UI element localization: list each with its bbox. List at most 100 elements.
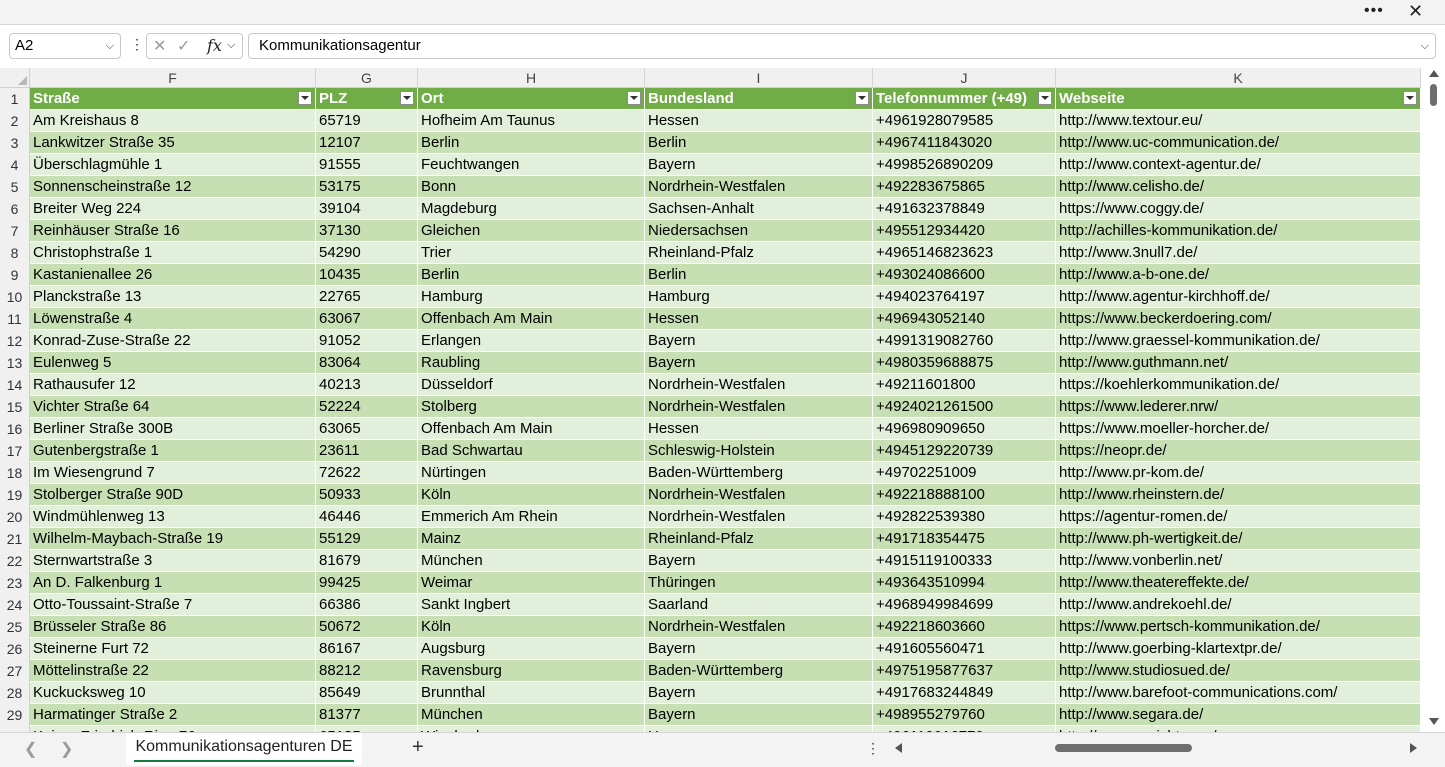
table-cell[interactable]: http://www.rheinstern.de/ xyxy=(1056,484,1421,506)
table-cell[interactable]: An D. Falkenburg 1 xyxy=(30,572,316,594)
insert-function-icon[interactable]: fx xyxy=(207,36,222,55)
table-cell[interactable]: Christophstraße 1 xyxy=(30,242,316,264)
header-cell[interactable]: Straße xyxy=(30,88,316,110)
row-header[interactable]: 9 xyxy=(0,264,30,286)
name-box[interactable]: A2 ⌵ xyxy=(9,33,121,59)
column-header-i[interactable]: I xyxy=(645,68,873,88)
row-header[interactable]: 18 xyxy=(0,462,30,484)
table-cell[interactable]: Berliner Straße 300B xyxy=(30,418,316,440)
table-cell[interactable]: 91052 xyxy=(316,330,418,352)
table-cell[interactable]: http://www.segara.de/ xyxy=(1056,704,1421,726)
table-cell[interactable]: Niedersachsen xyxy=(645,220,873,242)
table-cell[interactable]: 81377 xyxy=(316,704,418,726)
row-header[interactable]: 24 xyxy=(0,594,30,616)
table-cell[interactable]: Nordrhein-Westfalen xyxy=(645,506,873,528)
table-cell[interactable]: Magdeburg xyxy=(418,198,645,220)
table-cell[interactable]: Breiter Weg 224 xyxy=(30,198,316,220)
header-cell[interactable]: PLZ xyxy=(316,88,418,110)
table-cell[interactable]: https://www.beckerdoering.com/ xyxy=(1056,308,1421,330)
table-cell[interactable]: 85649 xyxy=(316,682,418,704)
table-cell[interactable]: https://www.coggy.de/ xyxy=(1056,198,1421,220)
row-header[interactable]: 25 xyxy=(0,616,30,638)
table-cell[interactable]: Emmerich Am Rhein xyxy=(418,506,645,528)
column-header-f[interactable]: F xyxy=(30,68,316,88)
table-cell[interactable]: +493643510994 xyxy=(873,572,1056,594)
column-header-g[interactable]: G xyxy=(316,68,418,88)
filter-dropdown-icon[interactable] xyxy=(400,91,414,105)
sheet-tab-kommunikationsagenturen-de[interactable]: Kommunikationsagenturen DE xyxy=(126,733,362,765)
row-header[interactable]: 6 xyxy=(0,198,30,220)
table-cell[interactable]: Berlin xyxy=(645,132,873,154)
table-cell[interactable]: Steinerne Furt 72 xyxy=(30,638,316,660)
cancel-icon[interactable]: ✕ xyxy=(153,36,166,56)
table-cell[interactable]: Nordrhein-Westfalen xyxy=(645,396,873,418)
table-cell[interactable]: http://www.goerbing-klartextpr.de/ xyxy=(1056,638,1421,660)
table-cell[interactable]: +498955279760 xyxy=(873,704,1056,726)
table-cell[interactable]: Stolberger Straße 90D xyxy=(30,484,316,506)
column-header-k[interactable]: K xyxy=(1056,68,1421,88)
vertical-scrollbar[interactable] xyxy=(1424,68,1445,732)
table-cell[interactable]: Weimar xyxy=(418,572,645,594)
table-cell[interactable]: 22765 xyxy=(316,286,418,308)
chevron-down-icon[interactable]: ⌵ xyxy=(227,39,235,52)
row-header[interactable]: 19 xyxy=(0,484,30,506)
table-cell[interactable]: +4924021261500 xyxy=(873,396,1056,418)
table-cell[interactable]: Berlin xyxy=(645,264,873,286)
table-cell[interactable]: Bayern xyxy=(645,352,873,374)
table-cell[interactable]: 12107 xyxy=(316,132,418,154)
table-cell[interactable]: +4917683244849 xyxy=(873,682,1056,704)
table-cell[interactable]: +4998526890209 xyxy=(873,154,1056,176)
row-header[interactable]: 5 xyxy=(0,176,30,198)
table-cell[interactable]: Nordrhein-Westfalen xyxy=(645,616,873,638)
table-cell[interactable]: Baden-Württemberg xyxy=(645,660,873,682)
column-header-h[interactable]: H xyxy=(418,68,645,88)
table-cell[interactable]: Brüsseler Straße 86 xyxy=(30,616,316,638)
table-cell[interactable]: Raubling xyxy=(418,352,645,374)
table-cell[interactable]: Schleswig-Holstein xyxy=(645,440,873,462)
table-cell[interactable]: Saarland xyxy=(645,594,873,616)
table-cell[interactable]: Mainz xyxy=(418,528,645,550)
table-cell[interactable]: https://agentur-romen.de/ xyxy=(1056,506,1421,528)
table-cell[interactable]: Feuchtwangen xyxy=(418,154,645,176)
table-cell[interactable]: http://www.vonberlin.net/ xyxy=(1056,550,1421,572)
table-cell[interactable]: Thüringen xyxy=(645,572,873,594)
table-cell[interactable]: http://www.barefoot-communications.com/ xyxy=(1056,682,1421,704)
table-cell[interactable]: 86167 xyxy=(316,638,418,660)
table-cell[interactable]: http://www.3null7.de/ xyxy=(1056,242,1421,264)
row-header[interactable]: 4 xyxy=(0,154,30,176)
table-cell[interactable]: http://achilles-kommunikation.de/ xyxy=(1056,220,1421,242)
table-cell[interactable]: Bayern xyxy=(645,638,873,660)
table-cell[interactable]: Berlin xyxy=(418,264,645,286)
table-cell[interactable]: Nordrhein-Westfalen xyxy=(645,176,873,198)
table-cell[interactable]: 63065 xyxy=(316,418,418,440)
row-header[interactable]: 23 xyxy=(0,572,30,594)
table-cell[interactable]: 72622 xyxy=(316,462,418,484)
table-cell[interactable]: Gleichen xyxy=(418,220,645,242)
table-cell[interactable]: +49211601800 xyxy=(873,374,1056,396)
table-cell[interactable]: Rheinland-Pfalz xyxy=(645,528,873,550)
row-header[interactable]: 13 xyxy=(0,352,30,374)
table-cell[interactable]: Lankwitzer Straße 35 xyxy=(30,132,316,154)
select-all-corner[interactable] xyxy=(0,68,30,88)
table-cell[interactable]: Sachsen-Anhalt xyxy=(645,198,873,220)
table-cell[interactable]: 88212 xyxy=(316,660,418,682)
table-cell[interactable]: 50672 xyxy=(316,616,418,638)
row-header[interactable]: 10 xyxy=(0,286,30,308)
table-cell[interactable]: 50933 xyxy=(316,484,418,506)
table-cell[interactable]: Nordrhein-Westfalen xyxy=(645,484,873,506)
table-cell[interactable]: +4961928079585 xyxy=(873,110,1056,132)
table-cell[interactable]: 99425 xyxy=(316,572,418,594)
table-cell[interactable]: Hessen xyxy=(645,308,873,330)
row-header[interactable]: 21 xyxy=(0,528,30,550)
vertical-dots-icon[interactable]: ⋮ xyxy=(130,36,144,53)
table-cell[interactable]: http://www.a-b-one.de/ xyxy=(1056,264,1421,286)
table-cell[interactable]: Konrad-Zuse-Straße 22 xyxy=(30,330,316,352)
table-cell[interactable]: +49551293442​0 xyxy=(873,220,1056,242)
table-cell[interactable]: Bonn xyxy=(418,176,645,198)
table-cell[interactable]: Berlin xyxy=(418,132,645,154)
table-cell[interactable]: Brunnthal xyxy=(418,682,645,704)
table-cell[interactable]: Vichter Straße 64 xyxy=(30,396,316,418)
row-header[interactable]: 11 xyxy=(0,308,30,330)
header-cell[interactable]: Telefonnummer (+49) xyxy=(873,88,1056,110)
table-cell[interactable]: Augsburg xyxy=(418,638,645,660)
